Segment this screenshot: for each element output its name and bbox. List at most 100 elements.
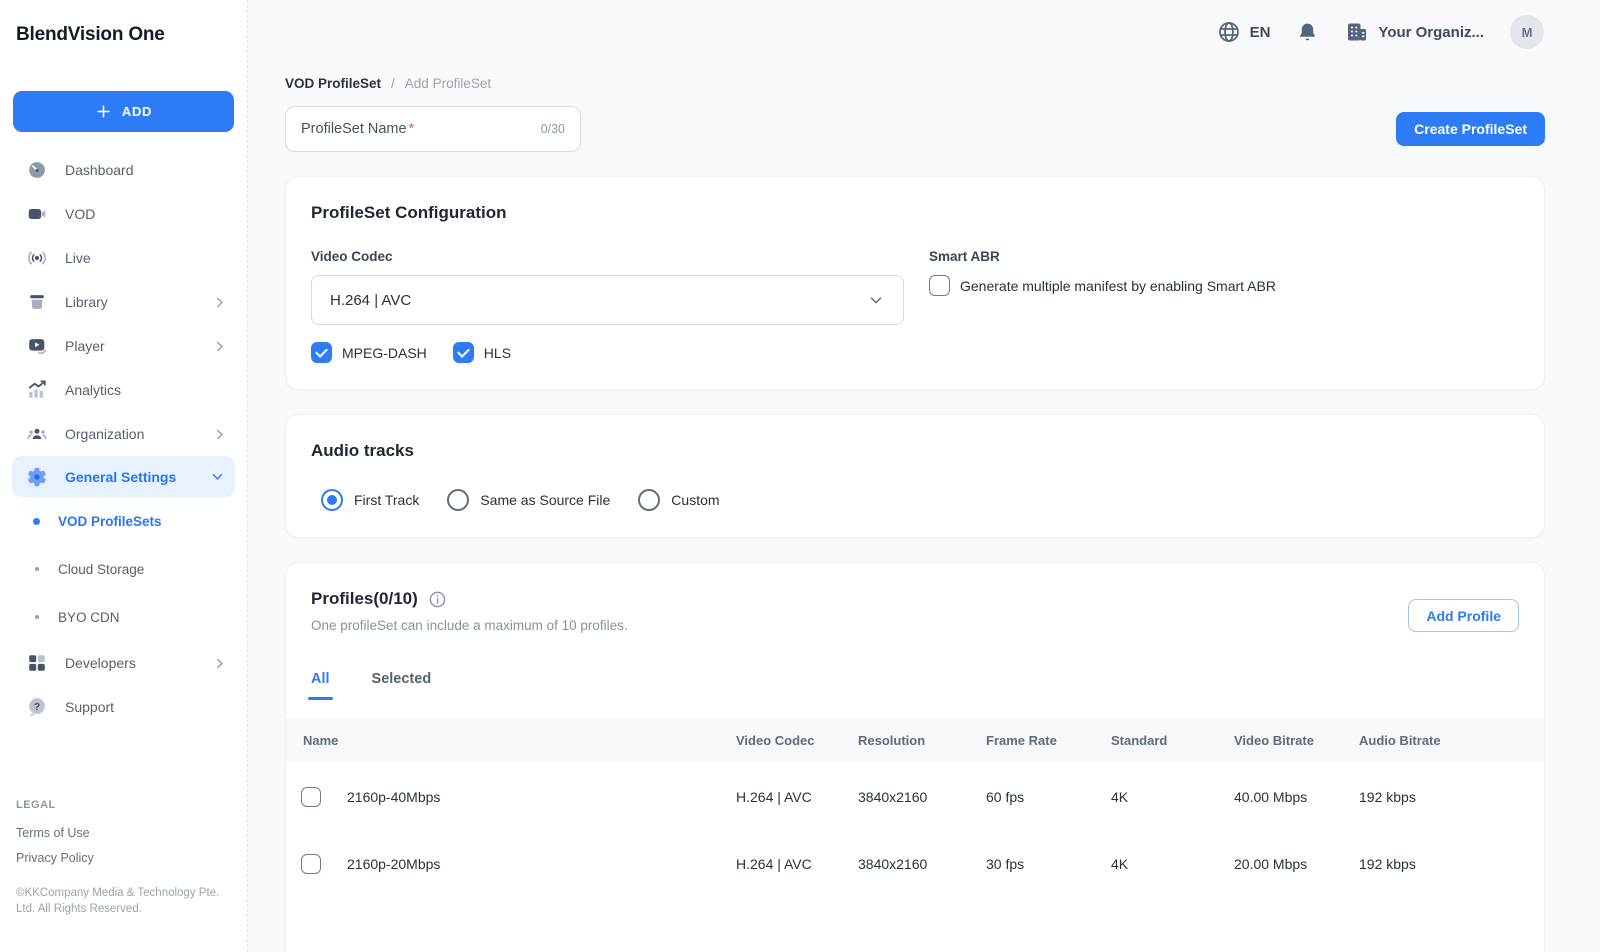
sidebar-item-dashboard[interactable]: Dashboard bbox=[0, 148, 247, 192]
info-icon[interactable] bbox=[428, 590, 447, 609]
table-header-row: Name Video Codec Resolution Frame Rate S… bbox=[286, 718, 1544, 763]
create-profileset-button[interactable]: Create ProfileSet bbox=[1396, 112, 1545, 146]
profile-standard: 4K bbox=[1111, 830, 1234, 897]
column-video-bitrate: Video Bitrate bbox=[1234, 718, 1359, 763]
sidebar-item-cloud-storage[interactable]: Cloud Storage bbox=[0, 545, 247, 593]
smart-abr-column: Smart ABR Generate multiple manifest by … bbox=[929, 249, 1276, 363]
video-codec-label: Video Codec bbox=[311, 249, 904, 264]
profileset-name-placeholder: ProfileSet Name* bbox=[301, 121, 414, 137]
video-codec-select[interactable]: H.264 | AVC bbox=[311, 275, 904, 325]
dot-icon bbox=[35, 615, 39, 619]
table-row: 2160p-40Mbps H.264 | AVC 3840x2160 60 fp… bbox=[286, 763, 1544, 830]
breadcrumb-vod-profileset[interactable]: VOD ProfileSet bbox=[285, 76, 381, 91]
profile-video-bitrate: 40.00 Mbps bbox=[1234, 763, 1359, 830]
profile-name: 2160p-20Mbps bbox=[347, 856, 440, 872]
checkbox-unchecked-icon bbox=[929, 275, 950, 296]
add-button-label: ADD bbox=[122, 104, 152, 119]
sidebar-item-analytics[interactable]: Analytics bbox=[0, 368, 247, 412]
sidebar-item-general-settings[interactable]: General Settings bbox=[12, 456, 235, 497]
checkbox-checked-icon bbox=[453, 342, 474, 363]
tab-selected[interactable]: Selected bbox=[372, 671, 432, 700]
name-row: ProfileSet Name* 0/30 Create ProfileSet bbox=[285, 106, 1545, 152]
sidebar-item-vod-profilesets[interactable]: VOD ProfileSets bbox=[0, 497, 247, 545]
column-frame-rate: Frame Rate bbox=[986, 718, 1111, 763]
plus-icon bbox=[95, 103, 112, 120]
vod-icon bbox=[26, 203, 48, 225]
radio-first-track[interactable]: First Track bbox=[321, 489, 419, 511]
live-icon bbox=[26, 247, 48, 269]
notifications-button[interactable] bbox=[1296, 21, 1319, 44]
profileset-name-input[interactable]: ProfileSet Name* 0/30 bbox=[285, 106, 581, 152]
profiles-tabs: All Selected bbox=[286, 671, 1544, 700]
row-checkbox[interactable] bbox=[301, 854, 321, 874]
profile-standard: 4K bbox=[1111, 763, 1234, 830]
chevron-right-icon bbox=[212, 339, 227, 354]
radio-same-as-source[interactable]: Same as Source File bbox=[447, 489, 610, 511]
avatar[interactable]: M bbox=[1510, 15, 1544, 49]
audio-tracks-card: Audio tracks First Track Same as Source … bbox=[285, 414, 1545, 538]
player-icon bbox=[26, 335, 48, 357]
privacy-policy-link[interactable]: Privacy Policy bbox=[16, 851, 231, 865]
column-resolution: Resolution bbox=[858, 718, 986, 763]
organization-name: Your Organiz... bbox=[1378, 24, 1484, 41]
svg-text:?: ? bbox=[34, 701, 40, 713]
add-profile-button[interactable]: Add Profile bbox=[1408, 599, 1519, 632]
gear-icon bbox=[26, 466, 48, 488]
profiles-heading-block: Profiles(0/10) One profileSet can includ… bbox=[311, 589, 628, 633]
sidebar-item-vod[interactable]: VOD bbox=[0, 192, 247, 236]
column-name: Name bbox=[286, 718, 736, 763]
organization-icon bbox=[26, 423, 48, 445]
profiles-table: Name Video Codec Resolution Frame Rate S… bbox=[286, 718, 1544, 897]
tab-all[interactable]: All bbox=[311, 671, 330, 700]
breadcrumb-add-profileset: Add ProfileSet bbox=[405, 76, 491, 91]
radio-unselected-icon bbox=[638, 489, 660, 511]
sidebar-item-organization[interactable]: Organization bbox=[0, 412, 247, 456]
breadcrumb: VOD ProfileSet / Add ProfileSet bbox=[285, 76, 1545, 91]
profile-resolution: 3840x2160 bbox=[858, 830, 986, 897]
profiles-card: Profiles(0/10) One profileSet can includ… bbox=[285, 562, 1545, 952]
video-codec-column: Video Codec H.264 | AVC MPEG-DASH bbox=[311, 249, 904, 363]
terms-of-use-link[interactable]: Terms of Use bbox=[16, 826, 231, 840]
mpeg-dash-checkbox[interactable]: MPEG-DASH bbox=[311, 342, 427, 363]
checkbox-checked-icon bbox=[311, 342, 332, 363]
sidebar-item-live[interactable]: Live bbox=[0, 236, 247, 280]
sidebar-item-support[interactable]: ? Support bbox=[0, 685, 247, 729]
main-area: EN Your Organiz... M VOD ProfileSet / Ad… bbox=[248, 0, 1600, 952]
profileset-configuration-card: ProfileSet Configuration Video Codec H.2… bbox=[285, 176, 1545, 390]
column-audio-bitrate: Audio Bitrate bbox=[1359, 718, 1544, 763]
sidebar-nav: Dashboard VOD Live Library bbox=[0, 148, 247, 729]
hls-checkbox[interactable]: HLS bbox=[453, 342, 511, 363]
profiles-subtitle: One profileSet can include a maximum of … bbox=[311, 618, 628, 633]
support-icon: ? bbox=[26, 696, 48, 718]
profile-audio-bitrate: 192 kbps bbox=[1359, 763, 1544, 830]
organization-icon bbox=[1345, 20, 1369, 44]
radio-custom[interactable]: Custom bbox=[638, 489, 719, 511]
profile-frame-rate: 30 fps bbox=[986, 830, 1111, 897]
profile-video-codec: H.264 | AVC bbox=[736, 763, 858, 830]
sidebar-item-byo-cdn[interactable]: BYO CDN bbox=[0, 593, 247, 641]
dot-icon bbox=[35, 567, 39, 571]
smart-abr-checkbox[interactable]: Generate multiple manifest by enabling S… bbox=[929, 275, 1276, 296]
profile-name: 2160p-40Mbps bbox=[347, 789, 440, 805]
globe-icon bbox=[1217, 20, 1241, 44]
profile-video-bitrate: 20.00 Mbps bbox=[1234, 830, 1359, 897]
table-row: 2160p-20Mbps H.264 | AVC 3840x2160 30 fp… bbox=[286, 830, 1544, 897]
sidebar-item-library[interactable]: Library bbox=[0, 280, 247, 324]
radio-selected-icon bbox=[321, 489, 343, 511]
add-button[interactable]: ADD bbox=[13, 91, 234, 132]
copyright-text: ©KKCompany Media & Technology Pte. Ltd. … bbox=[16, 885, 228, 918]
sidebar-item-player[interactable]: Player bbox=[0, 324, 247, 368]
profile-audio-bitrate: 192 kbps bbox=[1359, 830, 1544, 897]
sidebar-item-developers[interactable]: Developers bbox=[0, 641, 247, 685]
row-checkbox[interactable] bbox=[301, 787, 321, 807]
chevron-down-icon bbox=[210, 469, 225, 484]
language-selector[interactable]: EN bbox=[1217, 20, 1271, 44]
audio-tracks-title: Audio tracks bbox=[311, 441, 1519, 461]
bell-icon bbox=[1296, 21, 1319, 44]
organization-selector[interactable]: Your Organiz... bbox=[1345, 20, 1484, 44]
developers-icon bbox=[26, 652, 48, 674]
language-label: EN bbox=[1250, 24, 1271, 41]
column-video-codec: Video Codec bbox=[736, 718, 858, 763]
legal-section: LEGAL Terms of Use Privacy Policy ©KKCom… bbox=[0, 799, 247, 952]
chevron-right-icon bbox=[212, 656, 227, 671]
